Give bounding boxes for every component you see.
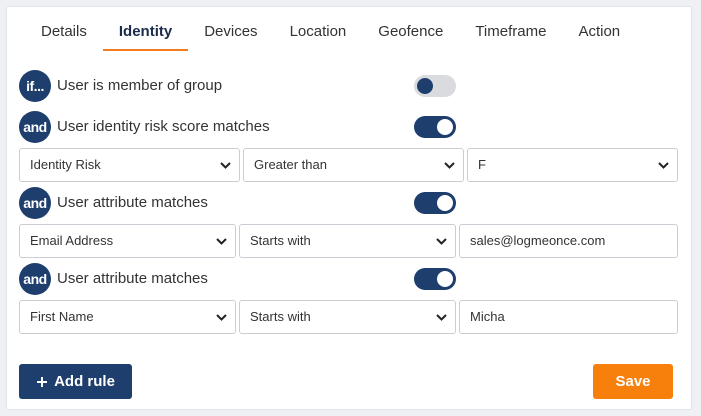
toggle-knob	[417, 78, 433, 94]
tab-identity[interactable]: Identity	[102, 17, 189, 57]
rule-attribute-email: and User attribute matches	[19, 187, 479, 219]
chevron-down-icon	[443, 149, 455, 181]
select-value: Identity Risk	[30, 157, 101, 172]
attribute-email-select[interactable]: Email Address	[19, 224, 236, 258]
save-button[interactable]: Save	[593, 364, 673, 399]
chevron-down-icon	[435, 301, 447, 333]
select-value: F	[478, 157, 486, 172]
rule-editor-panel: Details Identity Devices Location Geofen…	[6, 6, 692, 410]
rule-label: User identity risk score matches	[57, 118, 270, 135]
rule-attribute-first-name: and User attribute matches	[19, 263, 479, 295]
chevron-down-icon	[219, 149, 231, 181]
chevron-down-icon	[215, 301, 227, 333]
rule-toggle-identity-risk[interactable]	[414, 116, 456, 138]
chevron-down-icon	[435, 225, 447, 257]
chevron-down-icon	[215, 225, 227, 257]
select-value: Email Address	[30, 233, 114, 248]
select-value: Starts with	[250, 233, 311, 248]
connector-badge-if: if...	[19, 70, 51, 102]
chevron-down-icon	[657, 149, 669, 181]
select-value: Starts with	[250, 309, 311, 324]
add-rule-button[interactable]: Add rule	[19, 364, 132, 399]
connector-badge-and: and	[19, 263, 51, 295]
rule-label: User attribute matches	[57, 194, 208, 211]
rule-toggle-attribute-first-name[interactable]	[414, 268, 456, 290]
attribute-first-name-operator-select[interactable]: Starts with	[239, 300, 456, 334]
tab-location[interactable]: Location	[274, 17, 363, 57]
tab-timeframe[interactable]: Timeframe	[459, 17, 562, 57]
connector-badge-and: and	[19, 187, 51, 219]
tab-geofence[interactable]: Geofence	[362, 17, 459, 57]
attribute-first-name-value-input[interactable]: Micha	[459, 300, 678, 334]
attribute-email-value-input[interactable]: sales@logmeonce.com	[459, 224, 678, 258]
tab-bar: Details Identity Devices Location Geofen…	[25, 17, 636, 57]
connector-badge-and: and	[19, 111, 51, 143]
rule-group-membership: if... User is member of group	[19, 70, 479, 102]
add-rule-label: Add rule	[54, 373, 115, 390]
toggle-knob	[437, 271, 453, 287]
toggle-knob	[437, 195, 453, 211]
attribute-email-operator-select[interactable]: Starts with	[239, 224, 456, 258]
rule-identity-risk: and User identity risk score matches	[19, 111, 479, 143]
select-value: Greater than	[254, 157, 327, 172]
plus-icon	[36, 376, 48, 388]
tab-action[interactable]: Action	[562, 17, 636, 57]
rule-label: User attribute matches	[57, 270, 208, 287]
select-value: First Name	[30, 309, 94, 324]
attribute-first-name-select[interactable]: First Name	[19, 300, 236, 334]
tab-details[interactable]: Details	[25, 17, 103, 57]
toggle-knob	[437, 119, 453, 135]
identity-risk-attribute-select[interactable]: Identity Risk	[19, 148, 240, 182]
tab-devices[interactable]: Devices	[188, 17, 273, 57]
identity-risk-operator-select[interactable]: Greater than	[243, 148, 464, 182]
identity-risk-value-select[interactable]: F	[467, 148, 678, 182]
rule-label: User is member of group	[57, 77, 223, 94]
rule-toggle-group-membership[interactable]	[414, 75, 456, 97]
rule-toggle-attribute-email[interactable]	[414, 192, 456, 214]
